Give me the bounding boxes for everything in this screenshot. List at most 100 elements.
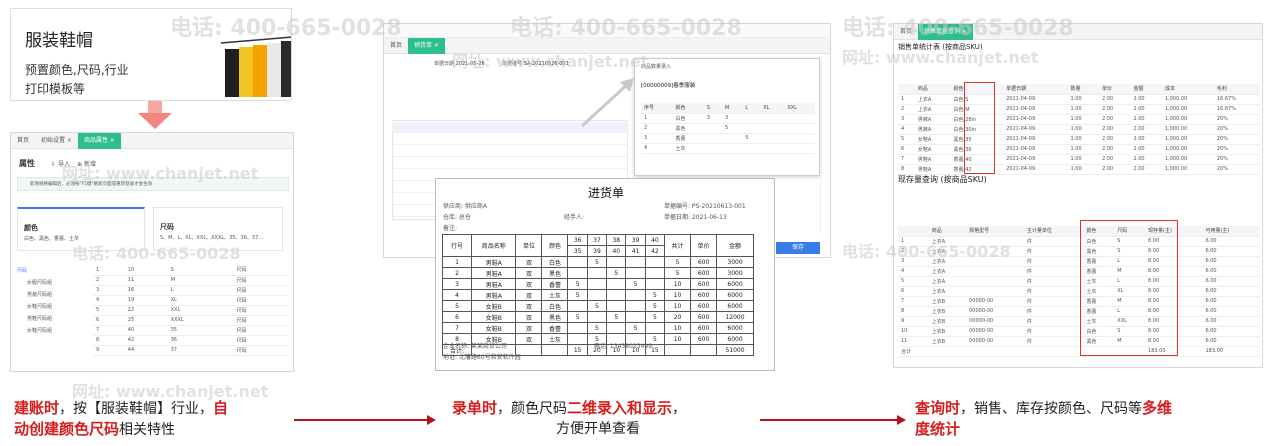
- table-cell: 尺码: [233, 305, 289, 316]
- table-cell: 2.00: [1098, 154, 1131, 165]
- table-cell: 主计量单位: [1023, 226, 1084, 237]
- table-cell: 1: [898, 94, 915, 105]
- table-cell: 2.00: [1098, 144, 1131, 155]
- size-attr-values: S、M、L、XL、XXL、XXXL、35、36、37...: [160, 235, 264, 241]
- date-value: 2021-05-26: [455, 61, 485, 67]
- table-cell: [784, 143, 815, 154]
- tree-item[interactable]: 男装尺码组: [17, 291, 87, 303]
- table-cell: 11: [898, 336, 929, 347]
- table-cell: 5: [567, 278, 588, 290]
- table-cell: 5: [664, 256, 692, 268]
- import-button[interactable]: ⇩ 导入: [51, 159, 70, 168]
- table-cell: 尺码: [233, 345, 289, 356]
- table-cell: 8: [898, 306, 929, 317]
- table-cell: 规格型号: [966, 226, 1024, 237]
- table-cell: 尺码: [233, 325, 289, 336]
- table-cell: 白色: [541, 256, 569, 268]
- card-line2: 打印模板等: [25, 82, 86, 96]
- table-cell: 男鞋A: [471, 267, 517, 279]
- table-cell: XL: [167, 295, 234, 306]
- table-cell: 6.00: [1202, 236, 1260, 247]
- table-cell: 女鞋A: [914, 144, 951, 155]
- caption-query-emph3: 度统计: [915, 420, 961, 438]
- table-cell: [625, 267, 646, 279]
- table-row: 4 土灰: [641, 143, 815, 154]
- table-cell: 3: [93, 285, 125, 296]
- tab-sales-order[interactable]: 销货单 ×: [408, 37, 445, 54]
- table-header: 共计: [664, 234, 692, 257]
- table-cell: 16.67%: [1213, 94, 1260, 105]
- table-row: 5 女鞋B 双白色 5 5 10 600 6000: [441, 300, 754, 312]
- tab-home[interactable]: 首页: [894, 24, 918, 40]
- bill-date: 单据日期: 2021-06-13: [664, 214, 727, 221]
- table-cell: 20%: [1213, 144, 1260, 155]
- table-header: 42: [644, 245, 666, 257]
- table-row: 序号 颜色 S M L XL XXL: [641, 103, 815, 114]
- side-toolbar: [820, 174, 830, 234]
- table-cell: 6000: [716, 322, 754, 334]
- tree-root[interactable]: 尺码: [17, 267, 87, 279]
- table-cell: 上衣B: [928, 336, 967, 347]
- tree-item[interactable]: 女鞋尺码组: [17, 327, 87, 339]
- table-row: 1 上衣A 件白色 S 8.00 6.00: [898, 236, 1260, 247]
- add-button[interactable]: ⊕ 新增: [77, 159, 96, 168]
- table-cell: 600: [690, 322, 718, 334]
- table-cell: [784, 133, 815, 144]
- tab-home[interactable]: 首页: [11, 133, 35, 149]
- table-cell: 香蕾: [672, 133, 704, 144]
- table-cell: XXXL: [167, 315, 234, 326]
- table-cell: [721, 133, 743, 144]
- caption-entry-text: ，颜色尺码: [497, 401, 568, 417]
- table-cell: 51000: [716, 344, 754, 356]
- size-table: 1 10 S 尺码 2 11 M 尺码 3 16 L 尺码 4 19 XL 尺码 5 22 XXL 尺码 6 25 XXXL…: [93, 265, 289, 356]
- tree-item[interactable]: 女鞋尺码组: [17, 303, 87, 315]
- table-cell: 600: [690, 289, 718, 301]
- table-cell: S: [703, 103, 722, 114]
- color-attr-card[interactable]: 颜色 白色、黑色、香蕾、土灰: [17, 207, 145, 251]
- tab-attributes[interactable]: 商品属性 ×: [77, 133, 121, 149]
- table-cell: 20: [664, 311, 692, 323]
- table-cell: 3: [721, 113, 743, 124]
- table-cell: 00000-00: [966, 336, 1024, 347]
- date-field[interactable]: 单据日期 2021-05-26: [434, 60, 485, 67]
- flow-arrow-2: [760, 415, 906, 425]
- tab-home[interactable]: 首页: [384, 38, 408, 54]
- add-label: 新增: [83, 161, 96, 168]
- table-header: 41: [625, 245, 646, 257]
- table-header: 39: [586, 245, 608, 257]
- table-row: 2 上衣A 白色/M 2021-04-09 1.00 2.00 2.00 1,000.00 16…: [898, 104, 1260, 115]
- confirm-button[interactable]: 保存: [776, 242, 820, 254]
- size-attr-card[interactable]: 尺码 S、M、L、XL、XXL、XXXL、35、36、37...: [153, 207, 283, 251]
- table-cell: [644, 278, 666, 290]
- table-cell: 男鞋A: [914, 164, 951, 175]
- table-cell: 1.00: [1067, 124, 1099, 135]
- table-cell: 00000-00: [966, 306, 1024, 317]
- table-cell: [567, 300, 588, 312]
- table-cell: 1,000.00: [1161, 144, 1214, 155]
- tree-item[interactable]: 男鞋尺码组: [17, 315, 87, 327]
- table-cell: 双: [515, 300, 543, 312]
- table-cell: 商品: [928, 226, 967, 237]
- table-cell: 4: [641, 143, 673, 154]
- highlight-stock-color-size: [1080, 220, 1178, 356]
- table-cell: 2.00: [1098, 94, 1131, 105]
- table-cell: [760, 123, 785, 134]
- popup-table: 序号 颜色 S M L XL XXL 1 白色 3 3 2 黑色 5 3 香蕾 5 4 土灰: [641, 103, 815, 154]
- table-header: 颜色: [541, 234, 569, 257]
- table-cell: 双: [515, 267, 543, 279]
- table-cell: 白色: [672, 113, 704, 124]
- table-cell: [966, 236, 1024, 247]
- table-cell: 4: [441, 289, 473, 301]
- table-cell: [742, 143, 761, 154]
- table-cell: 数量: [1067, 84, 1099, 95]
- table-cell: 合计: [898, 346, 929, 357]
- card-line1: 预置颜色,尺码,行业: [25, 63, 129, 77]
- table-cell: 2.00: [1130, 154, 1162, 165]
- tab-sales-query[interactable]: 销售单据查询 ×: [918, 24, 973, 40]
- table-cell: 5: [93, 305, 125, 316]
- table-cell: 件: [1023, 296, 1084, 307]
- tree-item[interactable]: 女服尺码组: [17, 279, 87, 291]
- table-cell: 20%: [1213, 154, 1260, 165]
- tab-init[interactable]: 初始设置 ×: [35, 133, 78, 149]
- table-cell: 5: [606, 267, 627, 279]
